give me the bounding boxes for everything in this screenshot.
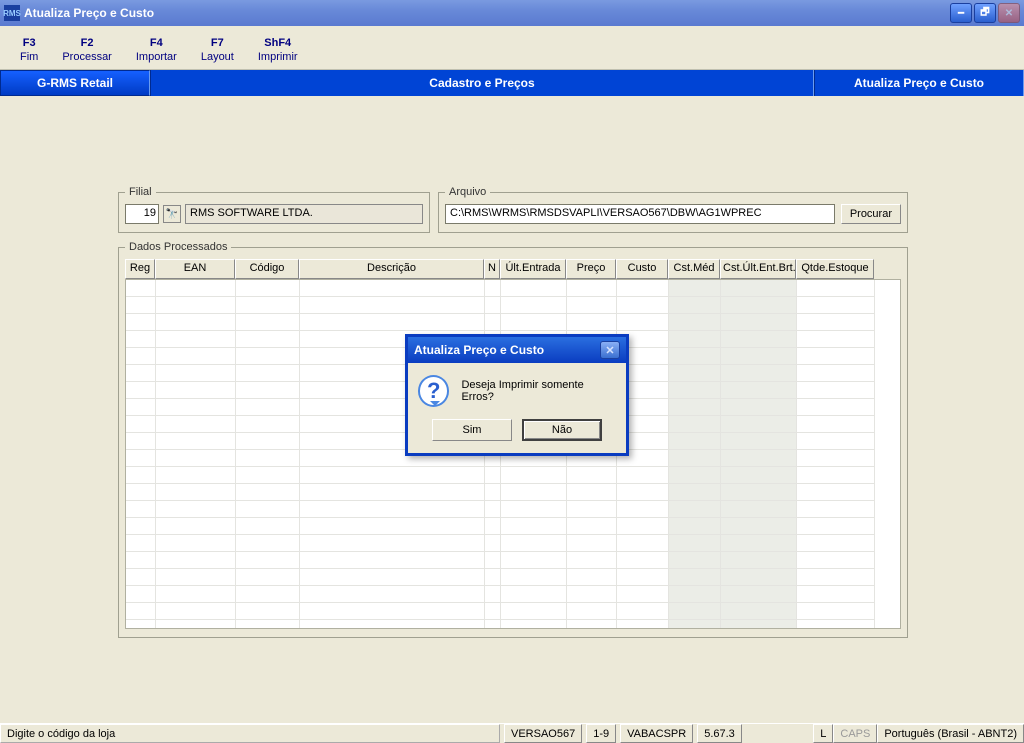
close-icon: ✕: [605, 344, 614, 357]
breadcrumb-app: G-RMS Retail: [0, 70, 150, 96]
fkey-label: Imprimir: [258, 51, 298, 63]
dialog-titlebar[interactable]: Atualiza Preço e Custo ✕: [408, 337, 626, 363]
dialog-title: Atualiza Preço e Custo: [414, 343, 544, 357]
dialog-no-button[interactable]: Não: [522, 419, 602, 441]
col-cod-header[interactable]: Código: [235, 259, 299, 279]
fkey-key: F7: [211, 37, 224, 49]
function-key-toolbar: F3 Fim F2 Processar F4 Importar F7 Layou…: [0, 26, 1024, 70]
fkey-imprimir[interactable]: ShF4 Imprimir: [246, 30, 310, 69]
table-row[interactable]: [126, 569, 900, 586]
table-row[interactable]: [126, 280, 900, 297]
table-row[interactable]: [126, 518, 900, 535]
status-build: 5.67.3: [697, 724, 742, 743]
fkey-importar[interactable]: F4 Importar: [124, 30, 189, 69]
breadcrumb-screen: Atualiza Preço e Custo: [814, 70, 1024, 96]
fkey-layout[interactable]: F7 Layout: [189, 30, 246, 69]
table-row[interactable]: [126, 314, 900, 331]
window-titlebar: RMS Atualiza Preço e Custo 🗕 🗗 ✕: [0, 0, 1024, 26]
status-hint: Digite o código da loja: [0, 724, 500, 743]
dados-legend: Dados Processados: [125, 241, 231, 253]
col-reg-header[interactable]: Reg: [125, 259, 155, 279]
col-cstult-header[interactable]: Cst.Últ.Ent.Brt.: [720, 259, 796, 279]
status-flag: L: [813, 724, 833, 743]
arquivo-groupbox: Arquivo C:\RMS\WRMS\RMSDSVAPLI\VERSAO567…: [438, 186, 908, 233]
fkey-processar[interactable]: F2 Processar: [50, 30, 124, 69]
col-cstmed-header[interactable]: Cst.Méd: [668, 259, 720, 279]
fkey-key: F3: [23, 37, 36, 49]
table-row[interactable]: [126, 620, 900, 629]
dialog-close-button[interactable]: ✕: [600, 341, 620, 359]
fkey-label: Layout: [201, 51, 234, 63]
close-button[interactable]: ✕: [998, 3, 1020, 23]
grid-header-row: Reg EAN Código Descrição N Últ.Entrada P…: [125, 259, 901, 279]
fkey-fim[interactable]: F3 Fim: [8, 30, 50, 69]
breadcrumb-band: G-RMS Retail Cadastro e Preços Atualiza …: [0, 70, 1024, 96]
col-ean-header[interactable]: EAN: [155, 259, 235, 279]
col-preco-header[interactable]: Preço: [566, 259, 616, 279]
app-icon: RMS: [4, 5, 20, 21]
col-ult-header[interactable]: Últ.Entrada: [500, 259, 566, 279]
window-title: Atualiza Preço e Custo: [24, 6, 948, 20]
status-version: VERSAO567: [504, 724, 582, 743]
fkey-label: Processar: [62, 51, 112, 63]
status-bar: Digite o código da loja VERSAO567 1-9 VA…: [0, 723, 1024, 743]
filial-name-display: RMS SOFTWARE LTDA.: [185, 204, 423, 224]
question-icon: ?: [418, 375, 449, 407]
table-row[interactable]: [126, 586, 900, 603]
dialog-message: Deseja Imprimir somente Erros?: [461, 379, 616, 403]
col-custo-header[interactable]: Custo: [616, 259, 668, 279]
fkey-key: F2: [81, 37, 94, 49]
status-caps: CAPS: [833, 724, 877, 743]
status-keyboard[interactable]: Português (Brasil - ABNT2): [877, 724, 1024, 743]
table-row[interactable]: [126, 552, 900, 569]
binoculars-icon: 🔭: [166, 209, 178, 220]
minimize-button[interactable]: 🗕: [950, 3, 972, 23]
table-row[interactable]: [126, 603, 900, 620]
table-row[interactable]: [126, 501, 900, 518]
fkey-label: Fim: [20, 51, 38, 63]
table-row[interactable]: [126, 484, 900, 501]
status-pages: 1-9: [586, 724, 616, 743]
filial-groupbox: Filial 19 🔭 RMS SOFTWARE LTDA.: [118, 186, 430, 233]
arquivo-path-input[interactable]: C:\RMS\WRMS\RMSDSVAPLI\VERSAO567\DBW\AG1…: [445, 204, 835, 224]
table-row[interactable]: [126, 297, 900, 314]
fkey-key: ShF4: [264, 37, 291, 49]
col-n-header[interactable]: N: [484, 259, 500, 279]
breadcrumb-module: Cadastro e Preços: [150, 70, 814, 96]
fkey-label: Importar: [136, 51, 177, 63]
filial-legend: Filial: [125, 186, 156, 198]
col-qtde-header[interactable]: Qtde.Estoque: [796, 259, 874, 279]
table-row[interactable]: [126, 467, 900, 484]
restore-button[interactable]: 🗗: [974, 3, 996, 23]
fkey-key: F4: [150, 37, 163, 49]
status-program: VABACSPR: [620, 724, 693, 743]
col-desc-header[interactable]: Descrição: [299, 259, 484, 279]
filial-code-input[interactable]: 19: [125, 204, 159, 224]
confirm-dialog: Atualiza Preço e Custo ✕ ? Deseja Imprim…: [405, 334, 629, 456]
dialog-yes-button[interactable]: Sim: [432, 419, 512, 441]
arquivo-legend: Arquivo: [445, 186, 490, 198]
filial-lookup-button[interactable]: 🔭: [163, 205, 181, 223]
table-row[interactable]: [126, 535, 900, 552]
procurar-button[interactable]: Procurar: [841, 204, 901, 224]
